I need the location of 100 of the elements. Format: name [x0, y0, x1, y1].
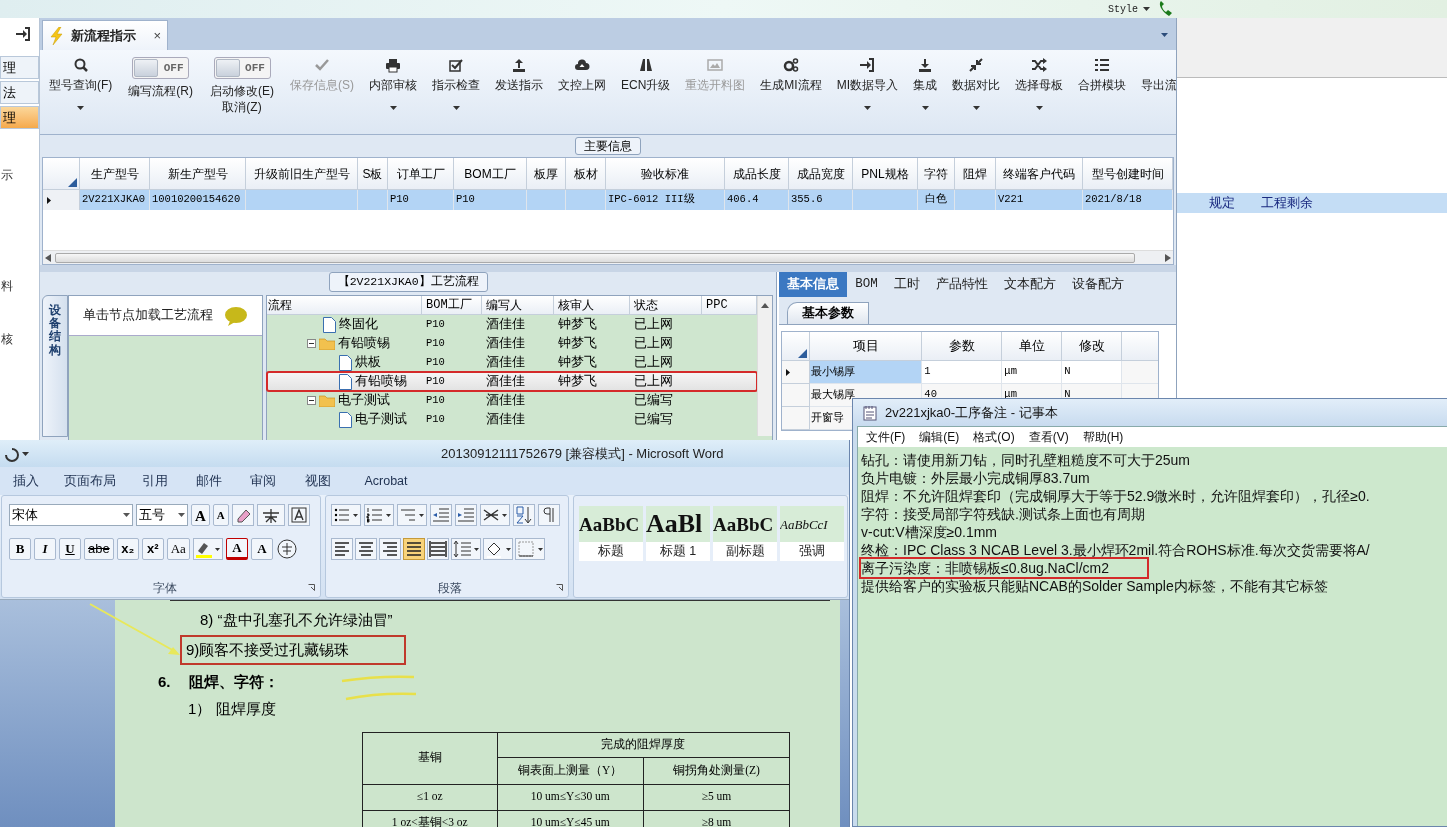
highlighter-icon[interactable]: [192, 538, 223, 560]
enclosed-character-icon[interactable]: [275, 538, 298, 560]
toolbar-button[interactable]: 合拼模块: [1076, 57, 1129, 94]
tree-node[interactable]: 有铅喷锡: [338, 334, 390, 353]
toolbar-button[interactable]: 指示检查: [430, 57, 482, 94]
toggle-switch[interactable]: OFF: [213, 57, 271, 79]
vertical-scrollbar[interactable]: [757, 296, 772, 436]
toolbar-button[interactable]: 选择母板: [1013, 57, 1066, 94]
style-gallery-item[interactable]: AaBbC 标题: [579, 506, 643, 561]
caret-icon[interactable]: [863, 106, 871, 110]
align-button[interactable]: [403, 538, 425, 560]
bullet-list-icon[interactable]: [331, 504, 361, 526]
line-spacing-icon[interactable]: [451, 538, 481, 560]
align-button[interactable]: [331, 538, 353, 560]
caret-icon[interactable]: [452, 106, 460, 110]
sidebar-item[interactable]: 理: [0, 56, 39, 79]
shrink-font-button[interactable]: A: [212, 504, 229, 526]
ribbon-tab[interactable]: Acrobat: [346, 471, 426, 491]
toolbar-button[interactable]: 数据对比: [950, 57, 1003, 94]
collapse-icon[interactable]: [307, 396, 316, 405]
format-button[interactable]: x²: [141, 538, 164, 560]
toolbar-button[interactable]: 内部审核: [367, 57, 419, 94]
ribbon-tab[interactable]: 引用: [128, 471, 182, 491]
menu-item[interactable]: 查看(V): [1028, 428, 1069, 446]
sidebar-item[interactable]: 理: [0, 106, 39, 129]
character-border-icon[interactable]: [287, 504, 310, 526]
style-gallery-item[interactable]: AaBl 标题 1: [646, 506, 710, 561]
toolbar-button[interactable]: 生成MI流程: [758, 57, 824, 94]
align-button[interactable]: [355, 538, 377, 560]
format-button[interactable]: B: [9, 538, 31, 560]
format-button[interactable]: x₂: [116, 538, 139, 560]
borders-icon[interactable]: [515, 538, 545, 560]
style-gallery-item[interactable]: AaBbC 副标题: [713, 506, 777, 561]
tab[interactable]: 基本信息: [779, 272, 848, 297]
grow-font-button[interactable]: A: [191, 504, 210, 526]
caret-icon[interactable]: [1035, 106, 1043, 110]
horizontal-scrollbar[interactable]: [43, 250, 1173, 264]
text-direction-icon[interactable]: [480, 504, 510, 526]
tree-node[interactable]: 终固化: [339, 315, 378, 334]
collapse-icon[interactable]: [307, 339, 316, 348]
phonetic-guide-icon[interactable]: [256, 504, 285, 526]
menu-item[interactable]: 文件(F): [866, 428, 906, 446]
tab[interactable]: 产品特性: [927, 272, 996, 297]
format-button[interactable]: U: [59, 538, 81, 560]
ribbon-tab[interactable]: 插入: [0, 471, 52, 491]
paint-bucket-icon[interactable]: [483, 538, 513, 560]
format-button[interactable]: I: [34, 538, 56, 560]
toolbar-button[interactable]: 型号查询(F): [47, 57, 115, 94]
tree-row[interactable]: 有铅喷锡 P10 酒佳佳 钟梦飞 已上网: [267, 372, 757, 391]
caret-icon[interactable]: [921, 106, 929, 110]
side-tab[interactable]: 设备结构: [42, 295, 68, 437]
toolbar-button[interactable]: 发送指示: [493, 57, 545, 94]
style-menu[interactable]: Style: [1108, 1, 1150, 17]
dialog-launcher-icon[interactable]: [556, 584, 563, 591]
clear-format-icon[interactable]: [231, 504, 254, 526]
ribbon-tab[interactable]: 审阅: [236, 471, 290, 491]
decrease-indent-icon[interactable]: [430, 504, 452, 526]
format-button[interactable]: A: [225, 538, 248, 560]
format-button[interactable]: abe: [84, 538, 114, 560]
tab[interactable]: 文本配方: [995, 272, 1064, 297]
tab[interactable]: 工时: [885, 272, 928, 297]
format-button[interactable]: Aa: [166, 538, 190, 560]
align-button[interactable]: [379, 538, 401, 560]
tab[interactable]: 设备配方: [1063, 272, 1132, 297]
sub-tab[interactable]: 基本参数: [787, 302, 870, 324]
toolbar-button[interactable]: MI数据导入: [834, 57, 901, 94]
style-gallery-item[interactable]: AaBbCcI 强调: [780, 506, 844, 561]
menu-item[interactable]: 帮助(H): [1082, 428, 1124, 446]
table-cell[interactable]: 最小锡厚: [810, 361, 923, 384]
paragraph-mark-icon[interactable]: [538, 504, 560, 526]
align-button[interactable]: [427, 538, 449, 560]
toolbar-button[interactable]: 文控上网: [556, 57, 608, 94]
table-row[interactable]: 2V221XJKA0 10010200154620 P10 P10 IPC-6012 III级 406.4 355.6 白色 V221 2021/8/18: [43, 190, 1173, 210]
dialog-launcher-icon[interactable]: [308, 584, 315, 591]
tree-node[interactable]: 有铅喷锡: [355, 372, 407, 391]
sort-icon[interactable]: [513, 504, 535, 526]
toggle-switch[interactable]: OFF: [132, 57, 190, 79]
toolbar-button[interactable]: 集成: [911, 57, 940, 94]
tree-node[interactable]: 电子测试: [338, 391, 390, 410]
toolbar-button[interactable]: 导出流: [1139, 57, 1176, 94]
increase-indent-icon[interactable]: [455, 504, 477, 526]
menu-item[interactable]: 格式(O): [973, 428, 1015, 446]
document-tab[interactable]: 新流程指示 ×: [42, 20, 168, 50]
ribbon-tab[interactable]: 邮件: [182, 471, 236, 491]
multilevel-list-icon[interactable]: [397, 504, 427, 526]
tree-node[interactable]: 烘板: [355, 353, 381, 372]
font-name-field[interactable]: 宋体: [9, 504, 133, 526]
caret-icon[interactable]: [77, 106, 85, 110]
ribbon-tab[interactable]: 页面布局: [52, 471, 128, 491]
tab[interactable]: BOM: [847, 272, 886, 297]
numbered-list-icon[interactable]: [364, 504, 394, 526]
caret-icon[interactable]: [972, 106, 980, 110]
font-size-field[interactable]: 五号: [136, 504, 188, 526]
close-button[interactable]: ×: [153, 25, 161, 46]
toolbar-button[interactable]: ECN升级: [619, 57, 673, 94]
format-button[interactable]: A: [250, 538, 273, 560]
sidebar-item[interactable]: 法: [0, 81, 39, 104]
caret-icon[interactable]: [389, 106, 397, 110]
tree-node[interactable]: 电子测试: [355, 410, 407, 429]
ribbon-tab[interactable]: 视图: [290, 471, 346, 491]
